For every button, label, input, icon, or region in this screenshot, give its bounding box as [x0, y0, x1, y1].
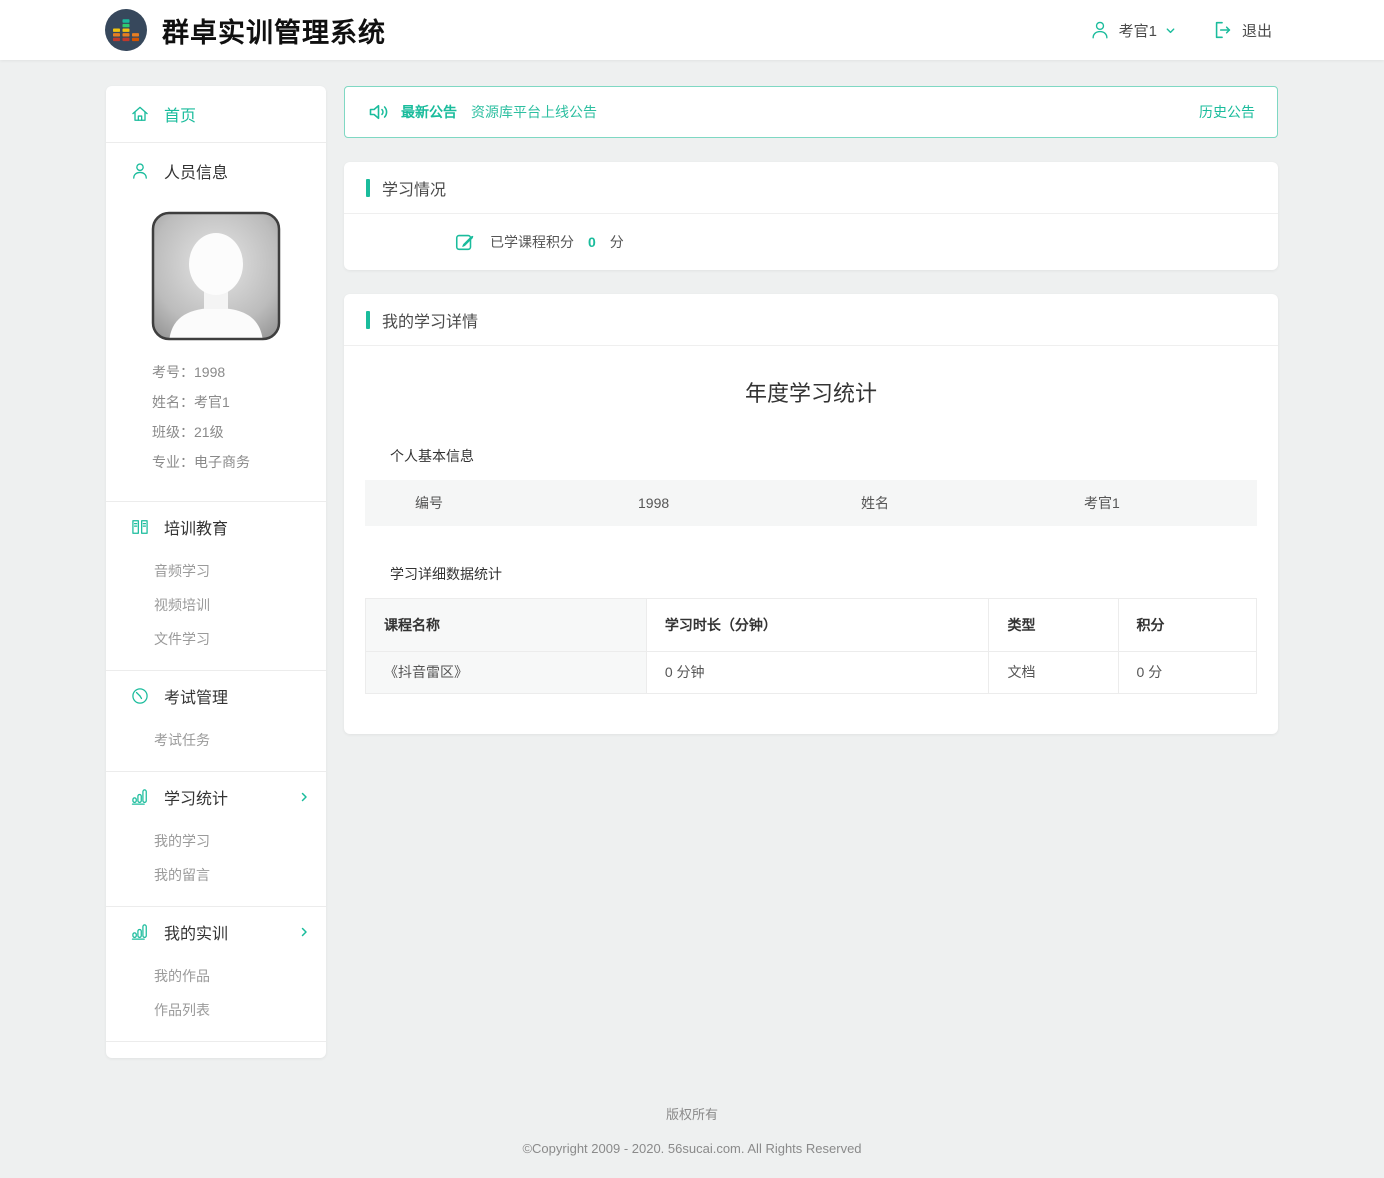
sidebar-sublist: 考试任务: [106, 721, 326, 771]
cell-type: 文档: [989, 651, 1118, 693]
sidebar-item-works-list[interactable]: 作品列表: [106, 993, 326, 1027]
speaker-icon: [367, 100, 391, 124]
basic-info-name-label: 姓名: [811, 493, 1034, 513]
sidebar-group-exam-management[interactable]: 考试管理: [106, 671, 326, 721]
profile-block: 考号：1998 姓名：考官1 班级：21级 专业：电子商务: [106, 199, 326, 501]
column-header-type: 类型: [989, 599, 1118, 651]
top-bar-actions: 考官1 退出: [1089, 19, 1272, 41]
brand: 群卓实训管理系统: [104, 8, 386, 52]
study-data-table-label: 学习详细数据统计: [390, 564, 1278, 584]
main-content: 最新公告 资源库平台上线公告 历史公告 学习情况 已学课程积分 0 分: [344, 86, 1278, 758]
user-menu[interactable]: 考官1: [1089, 19, 1176, 41]
sidebar-sublist: 我的作品 作品列表: [106, 957, 326, 1041]
profile-field-class: 班级：21级: [152, 417, 326, 447]
profile-field-name: 姓名：考官1: [152, 387, 326, 417]
score-label: 已学课程积分: [490, 232, 574, 252]
home-icon: [130, 104, 150, 124]
history-announcements-link[interactable]: 历史公告: [1199, 102, 1255, 122]
sidebar-group-label: 学习统计: [164, 785, 228, 809]
basic-info-row: 编号 1998 姓名 考官1: [365, 480, 1257, 526]
sidebar: 首页 人员信息: [106, 86, 326, 1058]
column-header-study-duration: 学习时长（分钟）: [646, 599, 989, 651]
basic-info-id-label: 编号: [365, 493, 588, 513]
sidebar-group-my-practical-training[interactable]: 我的实训: [106, 907, 326, 957]
section-marker: [366, 179, 370, 197]
chevron-down-icon: [1165, 25, 1176, 36]
sidebar-item-label: 人员信息: [164, 159, 228, 183]
cell-course-name: 《抖音雷区》: [366, 651, 646, 693]
basic-info-name-value: 考官1: [1034, 493, 1257, 513]
top-bar: 群卓实训管理系统 考官1: [0, 0, 1384, 60]
profile-info: 考号：1998 姓名：考官1 班级：21级 专业：电子商务: [106, 341, 326, 477]
sidebar-item-file-study[interactable]: 文件学习: [106, 622, 326, 656]
edit-icon: [454, 231, 476, 253]
announcement-bar: 最新公告 资源库平台上线公告 历史公告: [344, 86, 1278, 138]
copyright-label: 版权所有: [0, 1104, 1384, 1123]
score-value: 0: [588, 234, 596, 250]
sidebar-item-video-training[interactable]: 视频培训: [106, 588, 326, 622]
app-logo-icon: [104, 8, 148, 52]
user-name: 考官1: [1119, 20, 1157, 41]
sidebar-item-my-study[interactable]: 我的学习: [106, 824, 326, 858]
bar-chart-icon: [130, 787, 150, 807]
section-marker: [366, 311, 370, 329]
profile-field-major: 专业：电子商务: [152, 447, 326, 477]
page-layout: 首页 人员信息: [106, 86, 1278, 1058]
copyright-text: ©Copyright 2009 - 2020. 56sucai.com. All…: [0, 1141, 1384, 1156]
sidebar-item-audio-study[interactable]: 音频学习: [106, 554, 326, 588]
table-row: 《抖音雷区》 0 分钟 文档 0 分: [366, 651, 1256, 693]
annual-statistics-heading: 年度学习统计: [344, 346, 1278, 446]
basic-info-id-value: 1998: [588, 495, 811, 511]
sidebar-group-study-statistics[interactable]: 学习统计: [106, 772, 326, 822]
sidebar-item-home[interactable]: 首页: [106, 86, 326, 142]
study-data-table: 课程名称 学习时长（分钟） 类型 积分 《抖音雷区》 0 分钟 文档: [365, 598, 1257, 694]
sidebar-group-training-education[interactable]: 培训教育: [106, 502, 326, 552]
announcement-link[interactable]: 资源库平台上线公告: [471, 102, 597, 122]
latest-announcement-label: 最新公告: [401, 102, 457, 122]
table-header-row: 课程名称 学习时长（分钟） 类型 积分: [366, 599, 1256, 651]
card-header: 我的学习详情: [344, 294, 1278, 346]
sidebar-group-label: 考试管理: [164, 684, 228, 708]
sidebar-item-exam-task[interactable]: 考试任务: [106, 723, 326, 757]
cell-points: 0 分: [1118, 651, 1256, 693]
chevron-right-icon: [298, 791, 310, 803]
clock-icon: [130, 686, 150, 706]
chevron-right-icon: [298, 926, 310, 938]
person-icon: [130, 161, 150, 181]
sidebar-sublist: 我的学习 我的留言: [106, 822, 326, 906]
logout-button[interactable]: 退出: [1212, 19, 1272, 41]
sidebar-item-label: 首页: [164, 102, 196, 126]
profile-field-exam-no: 考号：1998: [152, 357, 326, 387]
logout-icon: [1212, 19, 1234, 41]
study-detail-card: 我的学习详情 年度学习统计 个人基本信息 编号 1998 姓名 考官1 学习详细…: [344, 294, 1278, 734]
sidebar-item-my-messages[interactable]: 我的留言: [106, 858, 326, 892]
page-footer: 版权所有 ©Copyright 2009 - 2020. 56sucai.com…: [0, 1058, 1384, 1178]
bar-chart-icon: [130, 922, 150, 942]
brand-title: 群卓实训管理系统: [162, 11, 386, 50]
logout-label: 退出: [1242, 20, 1272, 41]
card-header: 学习情况: [344, 162, 1278, 214]
column-header-points: 积分: [1118, 599, 1256, 651]
user-icon: [1089, 19, 1111, 41]
basic-info-label: 个人基本信息: [390, 446, 1278, 466]
book-icon: [130, 517, 150, 537]
sidebar-item-personnel[interactable]: 人员信息: [106, 143, 326, 199]
score-unit: 分: [610, 232, 624, 252]
sidebar-sublist: 音频学习 视频培训 文件学习: [106, 552, 326, 670]
section-title: 学习情况: [382, 176, 446, 200]
study-status-card: 学习情况 已学课程积分 0 分: [344, 162, 1278, 270]
sidebar-group-label: 培训教育: [164, 515, 228, 539]
cell-study-duration: 0 分钟: [646, 651, 989, 693]
detail-body: 年度学习统计 个人基本信息 编号 1998 姓名 考官1 学习详细数据统计: [344, 346, 1278, 734]
section-title: 我的学习详情: [382, 308, 478, 332]
column-header-course-name: 课程名称: [366, 599, 646, 651]
sidebar-item-my-works[interactable]: 我的作品: [106, 959, 326, 993]
divider: [106, 1041, 326, 1042]
sidebar-group-label: 我的实训: [164, 920, 228, 944]
score-row: 已学课程积分 0 分: [344, 214, 1278, 270]
avatar: [151, 211, 281, 341]
